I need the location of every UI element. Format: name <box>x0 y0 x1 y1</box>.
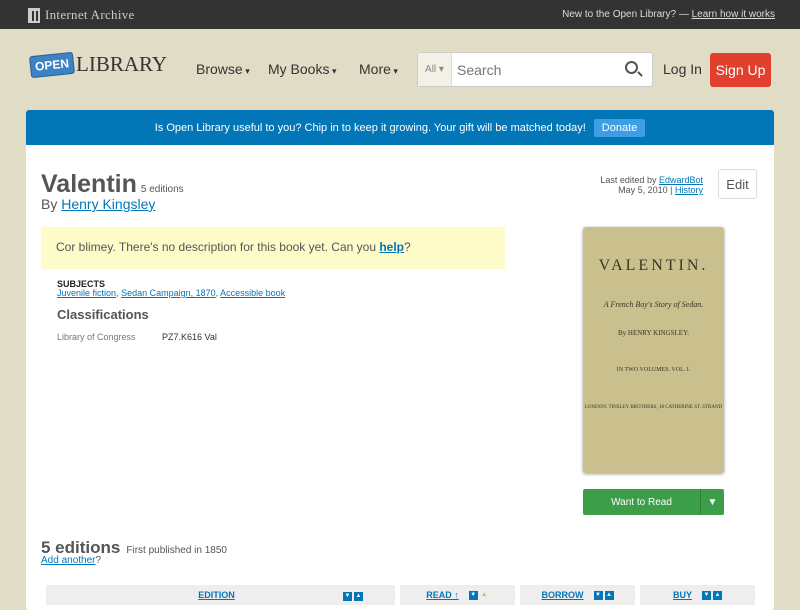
subjects-list: Juvenile fiction, Sedan Campaign, 1870, … <box>57 288 286 298</box>
cover-subtitle: A French Boy's Story of Sedan. <box>603 300 704 309</box>
cover-author: By HENRY KINGSLEY. <box>618 329 689 337</box>
desc-text: Cor blimey. There's no description for t… <box>56 240 376 254</box>
nav-browse[interactable]: Browse <box>196 61 250 77</box>
loc-value: PZ7.K616 Val <box>162 332 217 342</box>
nav-my-books[interactable]: My Books <box>268 61 337 77</box>
sort-read[interactable]: READ ↑ <box>426 590 459 600</box>
internet-archive-link[interactable]: Internet Archive <box>28 7 135 23</box>
subject-link[interactable]: Sedan Campaign, 1870 <box>121 288 216 298</box>
column-read: READ ↑ ▼ ▲ <box>400 585 515 605</box>
dropdown-arrow-icon[interactable]: ▼ <box>700 489 724 515</box>
book-title: Valentin <box>41 170 137 198</box>
top-bar: Internet Archive New to the Open Library… <box>0 0 800 29</box>
want-to-read-button[interactable]: Want to Read ▼ <box>583 489 724 515</box>
search-scope-select[interactable]: All ▾ <box>418 53 452 86</box>
editor-link[interactable]: EdwardBot <box>659 175 703 185</box>
sort-up-icon[interactable]: ▲ <box>480 591 489 600</box>
add-another: Add another? <box>41 555 101 566</box>
book-cover[interactable]: VALENTIN. A French Boy's Story of Sedan.… <box>583 227 724 473</box>
column-edition: EDITION ▼ ▲ <box>46 585 395 605</box>
column-borrow: BORROW ▼ ▲ <box>520 585 635 605</box>
search-icon[interactable] <box>625 61 638 74</box>
add-another-link[interactable]: Add another <box>41 555 96 566</box>
sort-down-icon[interactable]: ▼ <box>702 590 711 600</box>
sort-down-icon[interactable]: ▼ <box>593 590 603 600</box>
learn-link[interactable]: Learn how it works <box>692 9 775 20</box>
nav-more[interactable]: More <box>359 61 398 77</box>
donate-button[interactable]: Donate <box>593 118 646 137</box>
edit-date: May 5, 2010 | <box>618 185 673 195</box>
edition-count: 5 editions <box>140 184 184 195</box>
desc-q: ? <box>404 240 411 254</box>
loc-label: Library of Congress <box>57 332 136 342</box>
logo-open: OPEN <box>28 51 76 78</box>
new-to-text: New to the Open Library? — Learn how it … <box>562 9 775 20</box>
subject-link[interactable]: Juvenile fiction <box>57 288 116 298</box>
sort-edition[interactable]: EDITION <box>198 590 235 600</box>
byline: By Henry Kingsley <box>41 196 155 212</box>
sort-up-icon[interactable]: ▲ <box>604 590 614 600</box>
new-label: New to the Open Library? — <box>562 9 689 20</box>
by-label: By <box>41 196 58 212</box>
archive-building-icon <box>28 7 40 23</box>
book-card: Is Open Library useful to you? Chip in t… <box>26 110 774 610</box>
search-box: All ▾ <box>417 52 653 87</box>
sort-borrow[interactable]: BORROW <box>542 590 584 600</box>
logo-library: LIBRARY <box>76 52 168 76</box>
column-buy: BUY ▼ ▲ <box>640 585 755 605</box>
first-published: First published in 1850 <box>126 545 227 556</box>
sort-down-icon[interactable]: ▼ <box>468 590 478 600</box>
cover-volume: IN TWO VOLUMES. VOL. I. <box>616 367 691 373</box>
history-link[interactable]: History <box>675 185 703 195</box>
sort-buy[interactable]: BUY <box>673 590 692 600</box>
last-edited: Last edited by EdwardBot May 5, 2010 | Hi… <box>600 175 703 195</box>
open-library-logo[interactable]: OPEN LIBRARY <box>28 51 168 78</box>
author-link[interactable]: Henry Kingsley <box>61 196 155 212</box>
want-label: Want to Read <box>611 496 672 508</box>
cover-publisher: LONDON: TINSLEY BROTHERS, 18 CATHERINE S… <box>584 405 723 410</box>
classifications-heading: Classifications <box>57 307 149 322</box>
search-input[interactable] <box>452 61 612 78</box>
description-box: Cor blimey. There's no description for t… <box>41 227 505 269</box>
page-title: Valentin 5 editions <box>41 170 184 199</box>
banner-text: Is Open Library useful to you? Chip in t… <box>154 121 586 134</box>
subject-link[interactable]: Accessible book <box>220 288 285 298</box>
signup-button[interactable]: Sign Up <box>710 53 771 87</box>
cover-title: VALENTIN. <box>598 257 709 274</box>
add-q: ? <box>95 555 102 566</box>
donate-banner: Is Open Library useful to you? Chip in t… <box>26 110 774 145</box>
brand-label: Internet Archive <box>45 7 135 22</box>
last-edited-label: Last edited by <box>600 175 657 185</box>
sort-up-icon[interactable]: ▲ <box>713 590 722 600</box>
edit-button[interactable]: Edit <box>718 169 757 199</box>
login-link[interactable]: Log In <box>663 61 702 77</box>
help-link[interactable]: help <box>379 240 404 254</box>
